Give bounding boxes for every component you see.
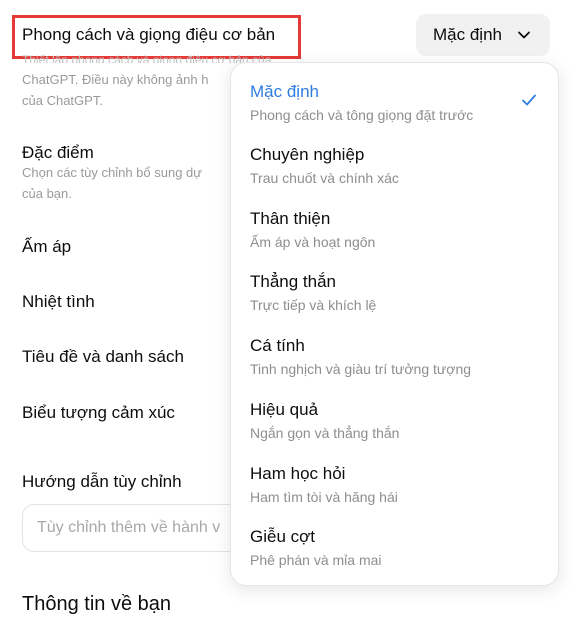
menu-item-professional[interactable]: Chuyên nghiệp Trau chuốt và chính xác [231, 144, 558, 206]
trait-enthusiastic-label: Nhiệt tình [22, 292, 95, 311]
base-style-description-line1: Thiết lập phong cách và giọng điệu cơ bả… [22, 53, 272, 63]
menu-item-label: Cá tính [250, 336, 305, 355]
menu-item-description: Ngắn gọn và thẳng thắn [250, 425, 400, 441]
menu-item-description: Trau chuốt và chính xác [250, 170, 399, 186]
style-dropdown-menu: Mặc định Phong cách và tông giọng đặt tr… [230, 62, 559, 586]
menu-item-quirky[interactable]: Cá tính Tinh nghịch và giàu trí tưởng tư… [231, 335, 558, 397]
menu-item-label: Thẳng thắn [250, 272, 337, 291]
menu-item-nerdy[interactable]: Ham học hỏi Ham tìm tòi và hăng hái [231, 463, 558, 525]
base-style-description-line2: ChatGPT. Điều này không ảnh h [22, 72, 209, 87]
menu-item-label: Thân thiện [250, 209, 331, 228]
menu-item-description: Ấm áp và hoạt ngôn [250, 234, 376, 250]
custom-instructions-label: Hướng dẫn tùy chỉnh [22, 472, 182, 491]
menu-item-label: Chuyên nghiệp [250, 145, 365, 164]
about-you-title: Thông tin về bạn [22, 593, 171, 615]
menu-item-efficient[interactable]: Hiệu quả Ngắn gọn và thẳng thắn [231, 399, 558, 461]
base-style-select[interactable]: Mặc định [416, 14, 550, 56]
traits-description-line2: của bạn. [22, 186, 72, 201]
menu-item-label: Hiệu quả [250, 400, 319, 419]
menu-item-description: Phong cách và tông giọng đặt trước [250, 107, 474, 123]
traits-title: Đặc điểm [22, 143, 94, 162]
menu-item-default[interactable]: Mặc định Phong cách và tông giọng đặt tr… [231, 81, 558, 143]
checkmark-icon [522, 94, 536, 106]
menu-item-label: Mặc định [250, 82, 319, 101]
menu-item-description: Tinh nghịch và giàu trí tưởng tượng [250, 361, 472, 377]
traits-description-line1: Chọn các tùy chỉnh bổ sung dự [22, 165, 202, 180]
menu-item-cynical[interactable]: Giễu cợt Phê phán và mỉa mai [231, 526, 558, 588]
trait-warm-label: Ấm áp [22, 237, 72, 256]
menu-item-description: Trực tiếp và khích lệ [250, 297, 377, 313]
base-style-description-line3: của ChatGPT. [22, 93, 103, 108]
trait-emoji-label: Biểu tượng cảm xúc [22, 403, 175, 422]
menu-item-friendly[interactable]: Thân thiện Ấm áp và hoạt ngôn [231, 208, 558, 270]
menu-item-label: Giễu cợt [250, 527, 316, 546]
menu-item-label: Ham học hỏi [250, 464, 346, 483]
trait-headers-lists-label: Tiêu đề và danh sách [22, 347, 184, 366]
menu-item-description: Ham tìm tòi và hăng hái [250, 489, 398, 505]
base-style-title: Phong cách và giọng điệu cơ bản [22, 25, 276, 44]
base-style-select-value: Mặc định [433, 25, 502, 44]
chevron-down-icon [518, 31, 530, 39]
menu-item-description: Phê phán và mỉa mai [250, 552, 382, 568]
menu-item-candid[interactable]: Thẳng thắn Trực tiếp và khích lệ [231, 271, 558, 333]
